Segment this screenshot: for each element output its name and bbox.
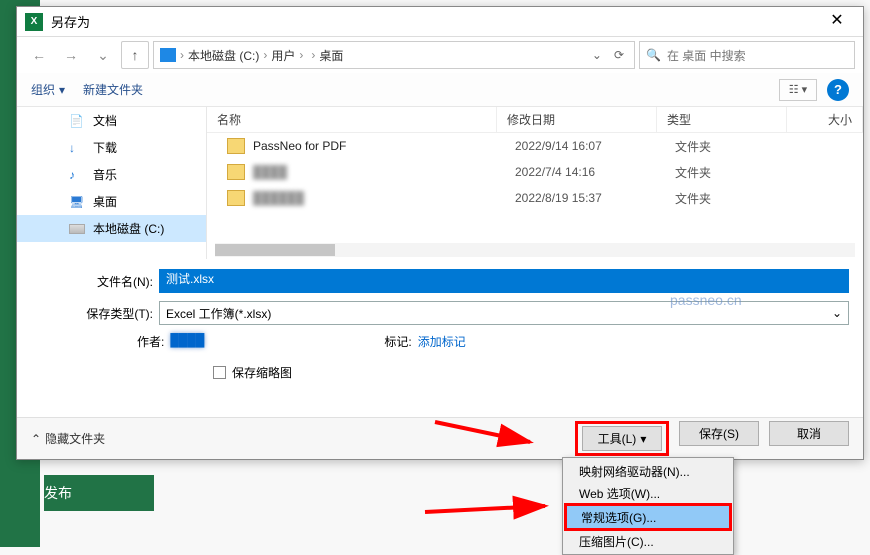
tools-button[interactable]: 工具(L)▾: [582, 426, 662, 451]
dialog-title: 另存为: [51, 12, 819, 31]
tools-highlight-box: 工具(L)▾: [575, 421, 669, 456]
thumbnail-checkbox[interactable]: [213, 366, 226, 379]
watermark: passneo.cn: [670, 292, 742, 308]
nav-recent[interactable]: ⌄: [89, 41, 117, 69]
search-icon: 🔍: [646, 48, 661, 62]
sidebar-item-downloads[interactable]: ↓下载: [17, 134, 206, 161]
save-as-dialog: X 另存为 ✕ ← → ⌄ ↑ › 本地磁盘 (C:) › 用户 › › 桌面 …: [16, 6, 864, 460]
folder-icon: [227, 190, 245, 206]
filename-label: 文件名(N):: [31, 273, 159, 290]
menu-general-options[interactable]: 常规选项(G)...: [567, 506, 729, 528]
cancel-button[interactable]: 取消: [769, 421, 849, 446]
crumb-dropdown[interactable]: ⌄: [588, 48, 606, 62]
tools-menu: 映射网络驱动器(N)... Web 选项(W)... 常规选项(G)... 压缩…: [562, 457, 734, 555]
hide-folders-button[interactable]: ⌃隐藏文件夹: [31, 430, 105, 447]
crumb-1[interactable]: 用户: [271, 47, 295, 64]
filetype-select[interactable]: Excel 工作簿(*.xlsx)⌄: [159, 301, 849, 325]
tag-label: 标记:: [384, 333, 411, 350]
chevron-down-icon: ⌄: [832, 306, 842, 320]
search-input[interactable]: 🔍 在 桌面 中搜索: [639, 41, 855, 69]
nav-bar: ← → ⌄ ↑ › 本地磁盘 (C:) › 用户 › › 桌面 ⌄ ⟳ 🔍 在 …: [17, 37, 863, 73]
refresh-button[interactable]: ⟳: [610, 48, 628, 62]
titlebar: X 另存为 ✕: [17, 7, 863, 37]
menu-web-options[interactable]: Web 选项(W)...: [565, 482, 731, 504]
view-mode-button[interactable]: ☷ ▾: [779, 79, 817, 101]
toolbar: 组织▾ 新建文件夹 ☷ ▾ ?: [17, 73, 863, 107]
crumb-0[interactable]: 本地磁盘 (C:): [188, 47, 259, 64]
save-button[interactable]: 保存(S): [679, 421, 759, 446]
chevron-up-icon: ⌃: [31, 432, 41, 446]
horizontal-scrollbar[interactable]: [215, 243, 855, 257]
filetype-label: 保存类型(T):: [31, 305, 159, 322]
nav-back[interactable]: ←: [25, 41, 53, 69]
file-row[interactable]: ██████ 2022/8/19 15:37 文件夹: [207, 185, 863, 211]
sidebar-item-music[interactable]: ♪音乐: [17, 161, 206, 188]
arrow-annotation-1: [430, 412, 540, 452]
bg-publish-label: 发布: [44, 475, 154, 511]
file-row[interactable]: PassNeo for PDF 2022/9/14 16:07 文件夹: [207, 133, 863, 159]
chevron-down-icon: ▾: [640, 432, 646, 446]
document-icon: 📄: [69, 114, 85, 128]
help-button[interactable]: ?: [827, 79, 849, 101]
nav-forward[interactable]: →: [57, 41, 85, 69]
sidebar-item-desktop[interactable]: 🖥桌面: [17, 188, 206, 215]
crumb-3[interactable]: 桌面: [319, 47, 343, 64]
search-placeholder: 在 桌面 中搜索: [667, 47, 746, 64]
download-icon: ↓: [69, 141, 85, 155]
author-value[interactable]: ████: [170, 333, 204, 350]
close-button[interactable]: ✕: [819, 10, 855, 34]
menu-compress-pictures[interactable]: 压缩图片(C)...: [565, 530, 731, 552]
col-type[interactable]: 类型: [657, 107, 787, 132]
sidebar-item-localdisk[interactable]: 本地磁盘 (C:): [17, 215, 206, 242]
menu-map-drive[interactable]: 映射网络驱动器(N)...: [565, 460, 731, 482]
arrow-annotation-2: [420, 490, 550, 520]
folder-icon: [227, 138, 245, 154]
col-date[interactable]: 修改日期: [497, 107, 657, 132]
nav-up[interactable]: ↑: [121, 41, 149, 69]
file-list: 名称 修改日期 类型 大小 PassNeo for PDF 2022/9/14 …: [207, 107, 863, 259]
filename-input[interactable]: 测试.xlsx: [159, 269, 849, 293]
sidebar-item-documents[interactable]: 📄文档: [17, 107, 206, 134]
disk-icon: [69, 224, 85, 234]
folder-icon: [227, 164, 245, 180]
col-size[interactable]: 大小: [787, 107, 863, 132]
col-name[interactable]: 名称: [207, 107, 497, 132]
file-row[interactable]: ████ 2022/7/4 14:16 文件夹: [207, 159, 863, 185]
organize-button[interactable]: 组织▾: [31, 81, 65, 98]
sidebar: 📄文档 ↓下载 ♪音乐 🖥桌面 本地磁盘 (C:): [17, 107, 207, 259]
author-label: 作者:: [137, 333, 164, 350]
tag-value[interactable]: 添加标记: [418, 333, 466, 350]
desktop-icon: 🖥: [69, 195, 85, 209]
breadcrumb[interactable]: › 本地磁盘 (C:) › 用户 › › 桌面 ⌄ ⟳: [153, 41, 635, 69]
new-folder-button[interactable]: 新建文件夹: [83, 81, 143, 98]
music-icon: ♪: [69, 168, 85, 182]
excel-icon: X: [25, 13, 43, 31]
thumbnail-label: 保存缩略图: [232, 364, 292, 381]
drive-icon: [160, 48, 176, 62]
